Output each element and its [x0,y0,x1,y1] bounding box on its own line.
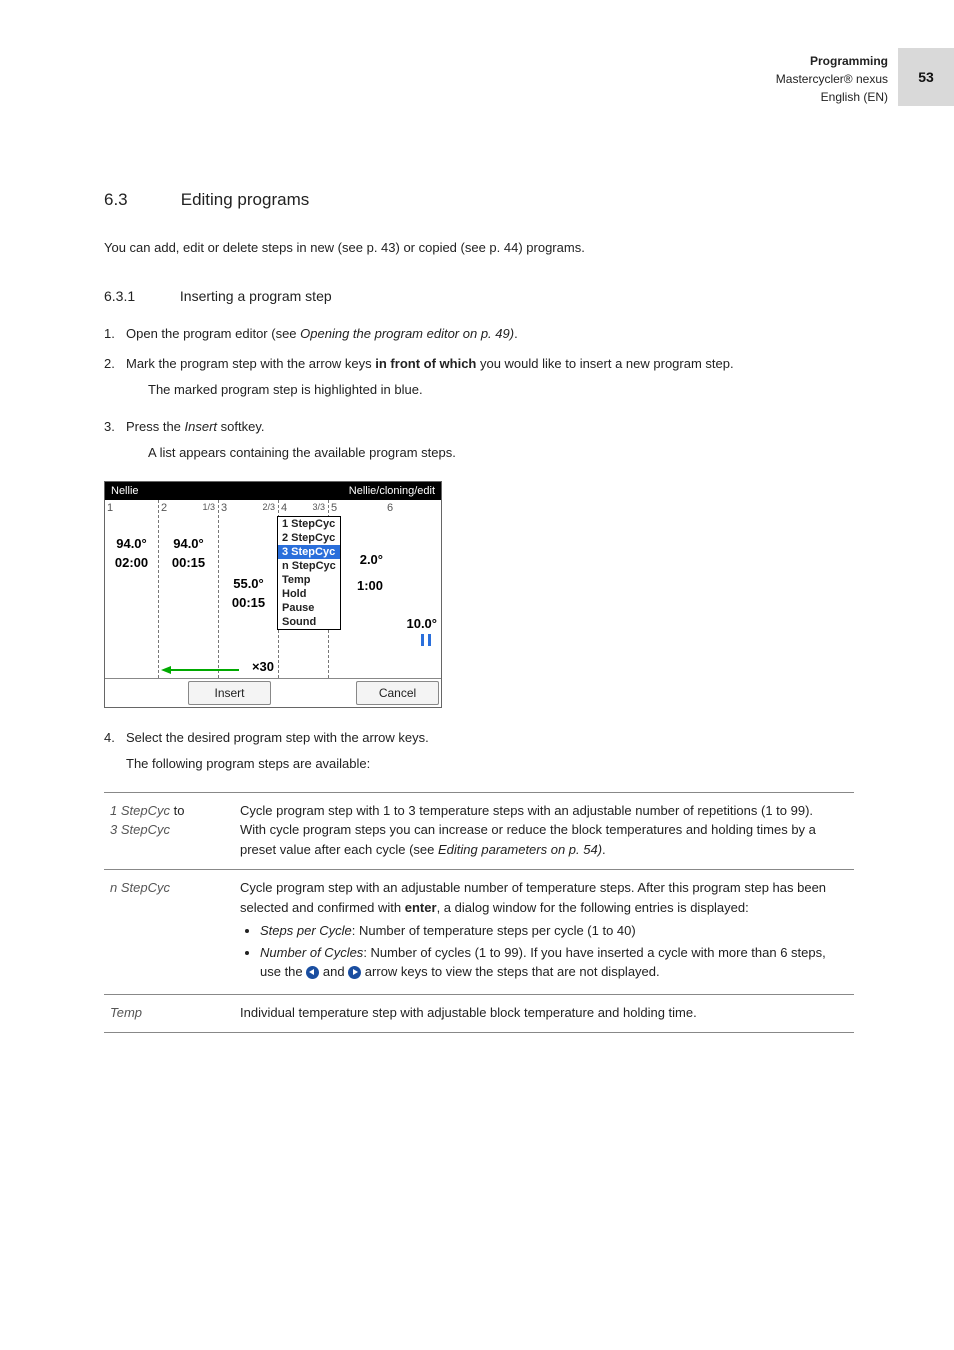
col-3-time: 00:15 [219,595,278,610]
col-6-num: 6 [387,502,393,514]
row2-label: n StepCyc [104,870,234,995]
col-4-frac: 3/3 [312,502,325,512]
page-number-badge: 53 [898,48,954,106]
cycles-x30: ×30 [252,659,274,674]
pause-icon [421,634,431,646]
step-3-text-post: softkey. [217,419,264,434]
instruction-list: 1. Open the program editor (see Opening … [104,324,854,471]
table-row: n StepCyc Cycle program step with an adj… [104,870,854,995]
table-row: Temp Individual temperature step with ad… [104,994,854,1033]
menu-item-2stepcyc[interactable]: 2 StepCyc [278,531,340,545]
arrow-right-icon [348,966,361,979]
row2-desc-bold: enter [405,900,437,915]
row2-desc: Cycle program step with an adjustable nu… [234,870,854,995]
menu-item-pause[interactable]: Pause [278,601,340,615]
step-2: 2. Mark the program step with the arrow … [104,354,854,408]
step-4-sub: The following program steps are availabl… [126,754,846,774]
step-3-em: Insert [185,419,218,434]
step-2-text-pre: Mark the program step with the arrow key… [126,356,375,371]
section-intro: You can add, edit or delete steps in new… [104,238,854,258]
col-2-num: 2 [161,502,167,514]
menu-item-sound[interactable]: Sound [278,615,340,629]
section-number: 6.3 [104,190,176,210]
step-2-text-post: you would like to insert a new program s… [476,356,733,371]
row2-li1-em: Steps per Cycle [260,923,352,938]
header-lang: English (EN) [776,88,888,106]
step-type-menu[interactable]: 1 StepCyc 2 StepCyc 3 StepCyc n StepCyc … [277,516,341,630]
header-product: Mastercycler® nexus [776,70,888,88]
subsection-title: Inserting a program step [180,288,332,304]
row1-desc1: Cycle program step with 1 to 3 temperatu… [240,803,813,818]
step-1: 1. Open the program editor (see Opening … [104,324,854,344]
program-steps-table: 1 StepCyc to 3 StepCyc Cycle program ste… [104,792,854,1034]
step-4: 4. Select the desired program step with … [104,728,854,782]
step-1-text-pre: Open the program editor (see [126,326,300,341]
step-1-text-post: . [514,326,518,341]
step-3: 3. Press the Insert softkey. A list appe… [104,417,854,471]
row2-desc-post: , a dialog window for the following entr… [437,900,749,915]
col-3-num: 3 [221,502,227,514]
col-5-temp: 2.0° [360,552,383,567]
section-title: Editing programs [181,190,310,209]
softkey-cancel[interactable]: Cancel [356,681,439,705]
col-4-num: 4 [281,502,287,514]
step-4-text: Select the desired program step with the… [126,730,429,745]
softkey-insert[interactable]: Insert [188,681,271,705]
col-5-time: 1:00 [357,578,383,593]
col-1-num: 1 [107,502,113,514]
section-6-3-1-heading: 6.3.1 Inserting a program step [104,288,854,304]
col-2-frac: 1/3 [202,502,215,512]
step-2-sub: The marked program step is highlighted i… [148,380,846,400]
col-3-temp: 55.0° [219,576,278,591]
col-1-temp: 94.0° [105,536,158,551]
row3-desc: Individual temperature step with adjusta… [234,994,854,1033]
arrow-left-icon [306,966,319,979]
device-titlebar: Nellie Nellie/cloning/edit [105,482,441,500]
cycle-arrow-icon [161,666,241,674]
row1-label-b: 3 StepCyc [110,822,170,837]
row2-li1: Steps per Cycle: Number of temperature s… [260,921,848,941]
row2-li2-em: Number of Cycles [260,945,363,960]
row1-desc2-em: Editing parameters on p. 54) [438,842,602,857]
section-6-3-heading: 6.3 Editing programs [104,190,854,210]
step-3-text-pre: Press the [126,419,185,434]
step-3-sub: A list appears containing the available … [148,443,846,463]
col-5-num: 5 [331,502,337,514]
device-softkeys: Insert Cancel [105,678,441,707]
row3-label: Temp [104,994,234,1033]
row1-label-a: 1 StepCyc [110,803,170,818]
page-header: Programming Mastercycler® nexus English … [776,48,954,106]
menu-item-nstepcyc[interactable]: n StepCyc [278,559,340,573]
row1-desc2-post: . [602,842,606,857]
device-graph-area: 1 94.0° 02:00 2 1/3 94.0° 00:15 3 2/3 55… [105,500,441,678]
col-6-temp: 10.0° [406,616,437,631]
subsection-number: 6.3.1 [104,288,176,304]
col-2-time: 00:15 [159,555,218,570]
device-path: Nellie/cloning/edit [349,485,435,497]
col-1-time: 02:00 [105,555,158,570]
table-row: 1 StepCyc to 3 StepCyc Cycle program ste… [104,792,854,870]
col-3-frac: 2/3 [262,502,275,512]
instruction-list-cont: 4. Select the desired program step with … [104,728,854,782]
menu-item-hold[interactable]: Hold [278,587,340,601]
row1-desc: Cycle program step with 1 to 3 temperatu… [234,792,854,870]
device-user: Nellie [111,485,139,497]
row1-label: 1 StepCyc to 3 StepCyc [104,792,234,870]
row2-li2: Number of Cycles: Number of cycles (1 to… [260,943,848,982]
menu-item-1stepcyc[interactable]: 1 StepCyc [278,517,340,531]
step-1-ref: Opening the program editor on p. 49) [300,326,514,341]
row1-label-mid: to [170,803,184,818]
header-section: Programming [776,52,888,70]
menu-item-temp[interactable]: Temp [278,573,340,587]
menu-item-3stepcyc[interactable]: 3 StepCyc [278,545,340,559]
col-2-temp: 94.0° [159,536,218,551]
device-screenshot: Nellie Nellie/cloning/edit 1 94.0° 02:00… [104,481,442,708]
row2-li2-post: arrow keys to view the steps that are no… [361,964,659,979]
step-2-bold: in front of which [375,356,476,371]
row2-li1-post: : Number of temperature steps per cycle … [352,923,636,938]
